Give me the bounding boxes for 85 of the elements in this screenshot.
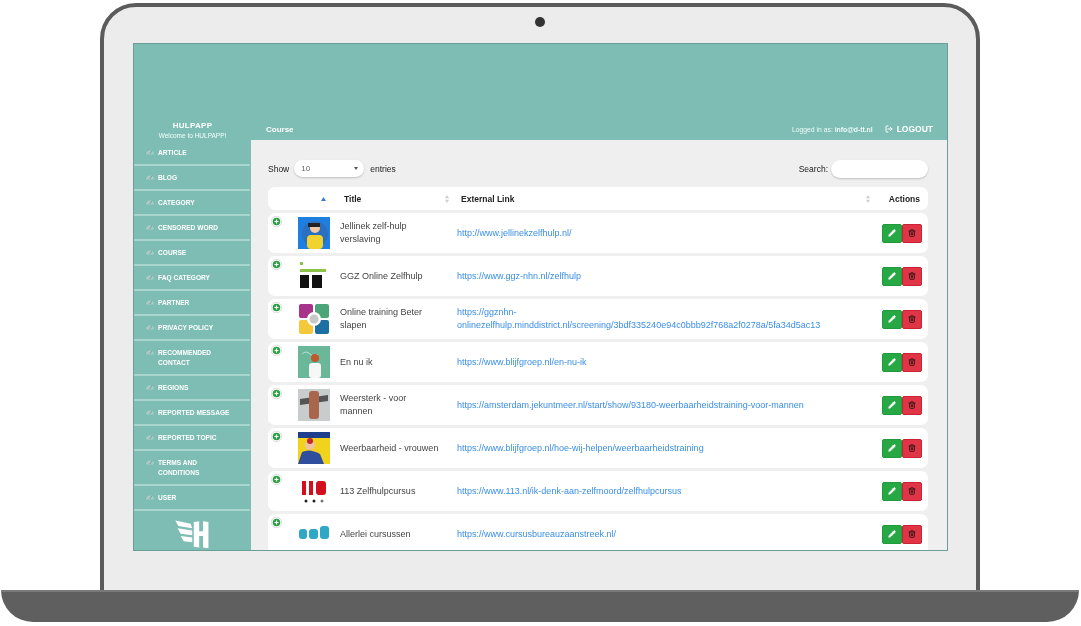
- external-link[interactable]: https://www.113.nl/ik-denk-aan-zelfmoord/zelfhulpcursus: [453, 484, 874, 498]
- column-header[interactable]: Title: [344, 193, 362, 204]
- column-header[interactable]: External Link: [461, 193, 515, 204]
- dashboard-icon: [146, 493, 154, 501]
- delete-button[interactable]: [902, 266, 922, 286]
- edit-button[interactable]: [882, 223, 902, 243]
- pencil-icon: [888, 487, 896, 495]
- edit-button[interactable]: [882, 481, 902, 501]
- column-header: Actions: [888, 193, 921, 204]
- course-title: 113 Zelfhulpcursus: [339, 484, 417, 498]
- expand-icon[interactable]: [271, 431, 282, 442]
- logout-link[interactable]: LOGOUT: [884, 124, 933, 134]
- trash-icon: [908, 487, 916, 495]
- trash-icon: [908, 358, 916, 366]
- dashboard-icon: [146, 408, 154, 416]
- app-title: HULPAPP: [172, 120, 213, 130]
- entries-label: entries: [370, 163, 396, 174]
- pencil-icon: [888, 272, 896, 280]
- course-title: Jellinek zelf-hulp verslaving: [339, 220, 408, 246]
- course-title: GGZ Online Zelfhulp: [339, 269, 424, 283]
- trash-icon: [908, 315, 916, 323]
- dashboard-icon: [146, 173, 154, 181]
- edit-button[interactable]: [882, 352, 902, 372]
- camera-dot: [535, 17, 545, 27]
- delete-button[interactable]: [902, 438, 922, 458]
- dashboard-icon: [146, 223, 154, 231]
- trash-icon: [908, 530, 916, 538]
- edit-button[interactable]: [882, 309, 902, 329]
- edit-button[interactable]: [882, 395, 902, 415]
- dashboard-icon: [146, 198, 154, 206]
- dashboard-icon: [146, 273, 154, 281]
- trash-icon: [908, 444, 916, 452]
- external-link[interactable]: https://www.blijfgroep.nl/en-nu-ik: [453, 355, 874, 369]
- external-link[interactable]: https://amsterdam.jekuntmeer.nl/start/show/93180-weerbaarheidstraining-voor-mannen: [453, 398, 874, 412]
- dashboard-icon: [146, 248, 154, 256]
- search-field[interactable]: [831, 159, 928, 178]
- delete-button[interactable]: [902, 481, 922, 501]
- expand-icon[interactable]: [271, 517, 282, 528]
- trash-icon: [908, 401, 916, 409]
- expand-icon[interactable]: [271, 302, 282, 313]
- dashboard-icon: [146, 433, 154, 441]
- delete-button[interactable]: [902, 352, 922, 372]
- trash-icon: [908, 272, 916, 280]
- dashboard-icon: [146, 383, 154, 391]
- delete-button[interactable]: [902, 309, 922, 329]
- edit-button[interactable]: [882, 266, 902, 286]
- pencil-icon: [888, 358, 896, 366]
- dashboard-icon: [146, 148, 154, 156]
- dashboard-icon: [146, 458, 154, 466]
- pencil-icon: [888, 444, 896, 452]
- show-label: Show: [268, 163, 290, 174]
- expand-icon[interactable]: [271, 474, 282, 485]
- course-title: Weerbaarheid - vrouwen: [339, 441, 440, 455]
- caret-icon: [354, 167, 359, 170]
- entries-select[interactable]: 10: [294, 160, 365, 177]
- expand-icon[interactable]: [271, 259, 282, 270]
- expand-icon[interactable]: [271, 388, 282, 399]
- dashboard-icon: [146, 348, 154, 356]
- delete-button[interactable]: [902, 524, 922, 544]
- external-link[interactable]: https://www.ggz-nhn.nl/zelfhulp: [453, 269, 874, 283]
- trash-icon: [908, 229, 916, 237]
- course-title: Weersterk - voor mannen: [339, 392, 408, 418]
- delete-button[interactable]: [902, 223, 922, 243]
- external-link[interactable]: https://www.cursusbureauzaanstreek.nl/: [453, 527, 874, 541]
- external-link[interactable]: http://www.jellinekzelfhulp.nl/: [453, 226, 874, 240]
- pencil-icon: [888, 530, 896, 538]
- pencil-icon: [888, 401, 896, 409]
- course-title: Online training Beter slapen: [339, 306, 424, 332]
- external-link[interactable]: https://ggznhn-onlinezelfhulp.minddistrict.nl/screening/3bdf335240e94c0bbb92f768a2f0278a/5fa34d5ac13: [453, 306, 874, 332]
- course-title: Allerlei cursussen: [339, 527, 412, 541]
- sort-ascending-icon[interactable]: [321, 196, 326, 201]
- external-link[interactable]: https://www.blijfgroep.nl/hoe-wij-helpen/weerbaarheidstraining: [453, 441, 874, 455]
- page-title: Course: [266, 124, 295, 134]
- logout-icon: [884, 125, 893, 133]
- course-title: En nu ik: [339, 355, 374, 369]
- dashboard-icon: [146, 298, 154, 306]
- edit-button[interactable]: [882, 524, 902, 544]
- pencil-icon: [888, 315, 896, 323]
- delete-button[interactable]: [902, 395, 922, 415]
- dashboard-icon: [146, 323, 154, 331]
- edit-button[interactable]: [882, 438, 902, 458]
- expand-icon[interactable]: [271, 216, 282, 227]
- pencil-icon: [888, 229, 896, 237]
- search-label: Search:: [798, 163, 828, 174]
- expand-icon[interactable]: [271, 345, 282, 356]
